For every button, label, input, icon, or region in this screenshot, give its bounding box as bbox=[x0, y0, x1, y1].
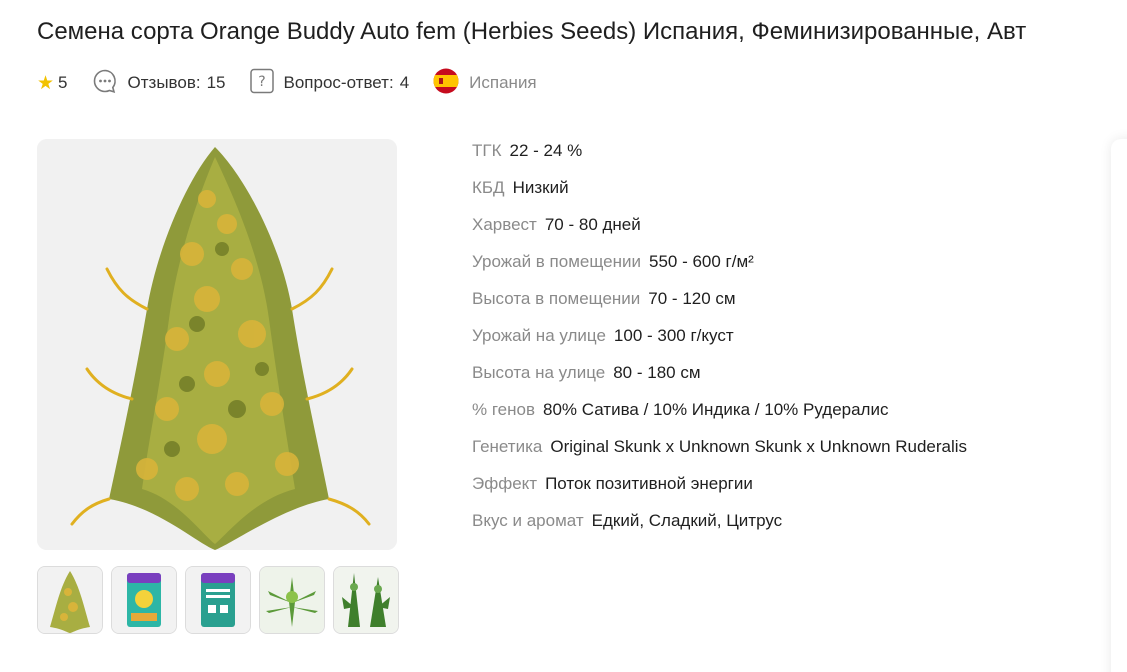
purchase-panel bbox=[1111, 139, 1127, 672]
spec-label: Генетика bbox=[472, 437, 543, 456]
qa-link[interactable]: ? Вопрос-ответ: 4 bbox=[249, 68, 410, 99]
thumbnail-plant-field[interactable] bbox=[333, 566, 399, 634]
spec-value: 70 - 80 дней bbox=[544, 215, 641, 234]
thumbnail-seed-pack[interactable] bbox=[111, 566, 177, 634]
reviews-link[interactable]: Отзывов: 15 bbox=[92, 68, 226, 99]
qa-count: 4 bbox=[399, 73, 410, 92]
product-meta: ★ 5 Отзывов: 15 ? Вопрос-ответ: 4 Испани… bbox=[37, 68, 561, 99]
spec-value: 80% Сатива / 10% Индика / 10% Рудералис bbox=[543, 400, 889, 419]
country-name: Испания bbox=[469, 73, 537, 92]
spec-row-genetics: Генетика Original Skunk x Unknown Skunk x… bbox=[472, 437, 967, 474]
thumbnail-seed-pack-back[interactable] bbox=[185, 566, 251, 634]
spec-value: 80 - 180 см bbox=[613, 363, 701, 382]
spec-label: Эффект bbox=[472, 474, 538, 493]
country-link[interactable]: Испания bbox=[433, 68, 537, 99]
spec-value: Едкий, Сладкий, Цитрус bbox=[591, 511, 783, 530]
spec-label: Высота в помещении bbox=[472, 289, 641, 308]
spec-row-harvest: Харвест 70 - 80 дней bbox=[472, 215, 967, 252]
specifications-list: ТГК 22 - 24 % КБД Низкий Харвест 70 - 80 дн… bbox=[472, 141, 967, 548]
qa-label: Вопрос-ответ: bbox=[283, 73, 394, 92]
spec-label: Урожай на улице bbox=[472, 326, 606, 345]
star-icon: ★ bbox=[37, 72, 55, 94]
thumbnail-plant-bud[interactable] bbox=[37, 566, 103, 634]
spec-row-cbd: КБД Низкий bbox=[472, 178, 967, 215]
thumbnail-strip bbox=[37, 566, 407, 634]
spec-value: Поток позитивной энергии bbox=[545, 474, 753, 493]
spain-flag-icon bbox=[433, 68, 459, 99]
page-title: Семена сорта Orange Buddy Auto fem (Herb… bbox=[37, 18, 1027, 45]
spec-row-thc: ТГК 22 - 24 % bbox=[472, 141, 967, 178]
spec-row-genes: % генов 80% Сатива / 10% Индика / 10% Руд… bbox=[472, 400, 967, 437]
spec-row-outdoor-yield: Урожай на улице 100 - 300 г/куст bbox=[472, 326, 967, 363]
spec-label: ТГК bbox=[472, 141, 502, 160]
rating[interactable]: ★ 5 bbox=[37, 73, 68, 93]
question-box-icon: ? bbox=[249, 68, 274, 99]
spec-label: КБД bbox=[472, 178, 505, 197]
svg-text:?: ? bbox=[258, 74, 265, 90]
spec-label: Харвест bbox=[472, 215, 537, 234]
spec-label: Урожай в помещении bbox=[472, 252, 641, 271]
spec-row-outdoor-height: Высота на улице 80 - 180 см bbox=[472, 363, 967, 400]
product-page: Семена сорта Orange Buddy Auto fem (Herb… bbox=[0, 0, 1127, 672]
spec-label: % генов bbox=[472, 400, 535, 419]
thumbnail-plant-leaves[interactable] bbox=[259, 566, 325, 634]
spec-row-indoor-yield: Урожай в помещении 550 - 600 г/м² bbox=[472, 252, 967, 289]
product-main-image[interactable] bbox=[37, 139, 397, 550]
spec-value: 22 - 24 % bbox=[509, 141, 583, 160]
spec-value: Низкий bbox=[512, 178, 569, 197]
chat-bubble-icon bbox=[92, 68, 118, 99]
spec-value: 70 - 120 см bbox=[648, 289, 736, 308]
reviews-label: Отзывов: bbox=[127, 73, 201, 92]
spec-row-indoor-height: Высота в помещении 70 - 120 см bbox=[472, 289, 967, 326]
reviews-count: 15 bbox=[206, 73, 226, 92]
spec-row-flavor: Вкус и аромат Едкий, Сладкий, Цитрус bbox=[472, 511, 967, 548]
rating-value: 5 bbox=[58, 73, 68, 92]
spec-value: 100 - 300 г/куст bbox=[613, 326, 734, 345]
spec-value: 550 - 600 г/м² bbox=[649, 252, 754, 271]
spec-label: Вкус и аромат bbox=[472, 511, 584, 530]
spec-value: Original Skunk x Unknown Skunk x Unknown… bbox=[550, 437, 968, 456]
spec-label: Высота на улице bbox=[472, 363, 606, 382]
spec-row-effect: Эффект Поток позитивной энергии bbox=[472, 474, 967, 511]
